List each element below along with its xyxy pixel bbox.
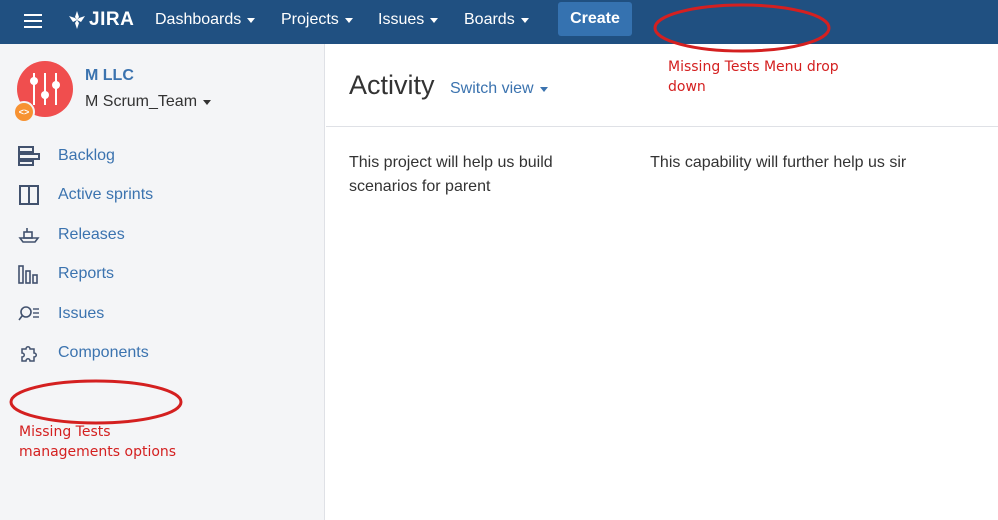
sidebar-item-label: Backlog <box>58 147 115 164</box>
backlog-icon <box>17 144 41 168</box>
nav-projects[interactable]: Projects <box>281 9 353 31</box>
sidebar-item-label: Components <box>58 344 149 361</box>
releases-icon <box>17 223 41 247</box>
chevron-down-icon <box>247 17 256 23</box>
top-navigation-bar: JIRA Dashboards Projects Issues Boards C… <box>0 0 998 44</box>
reports-icon <box>17 262 41 286</box>
chevron-down-icon <box>520 17 529 23</box>
annotation-ellipse-top <box>653 3 831 53</box>
sidebar-item-reports[interactable]: Reports <box>17 262 114 286</box>
chevron-down-icon <box>203 99 212 105</box>
project-name[interactable]: M​​​ LLC <box>85 67 134 85</box>
chevron-down-icon <box>344 17 353 23</box>
sidebar-item-active-sprints[interactable]: Active sprints <box>17 183 153 207</box>
components-icon <box>17 341 41 365</box>
menu-icon[interactable] <box>24 12 42 30</box>
create-button[interactable]: Create <box>558 2 632 36</box>
nav-boards[interactable]: Boards <box>464 9 529 31</box>
sidebar-item-releases[interactable]: Releases <box>17 223 125 247</box>
sidebar-item-label: Reports <box>58 265 115 282</box>
jira-logo-icon <box>69 11 85 29</box>
nav-issues-label: Issues <box>378 11 425 28</box>
nav-dashboards[interactable]: Dashboards <box>155 9 256 31</box>
sidebar-item-label: Releases <box>58 226 125 243</box>
nav-boards-label: Boards <box>464 11 515 28</box>
switch-view-label: Switch view <box>450 80 534 97</box>
annotation-ellipse-side <box>9 379 183 425</box>
sidebar-item-components[interactable]: Components <box>17 341 149 365</box>
active-sprints-icon <box>17 183 41 207</box>
header-divider <box>326 126 998 127</box>
chevron-down-icon <box>539 86 548 92</box>
nav-issues[interactable]: Issues <box>378 9 439 31</box>
board-selector[interactable]: M Scrum_Team <box>85 93 212 111</box>
jira-window: JIRA Dashboards Projects Issues Boards C… <box>0 0 998 520</box>
annotation-note-side: Missing Tests managements options <box>19 424 177 460</box>
jira-logo[interactable]: JIRA <box>66 7 134 33</box>
issues-icon <box>17 302 41 326</box>
switch-view-button[interactable]: Switch view <box>450 80 548 98</box>
main-content: Activity Switch view This project will h… <box>326 44 998 520</box>
page-title: Activity <box>349 70 435 100</box>
project-description: This project will help us build This cap… <box>349 151 998 199</box>
sidebar-item-backlog[interactable]: Backlog <box>17 144 115 168</box>
nav-projects-label: Projects <box>281 11 339 28</box>
sidebar-item-issues[interactable]: Issues <box>17 302 104 326</box>
logo-text: JIRA <box>89 9 135 30</box>
sidebar-item-label: Issues <box>58 305 105 322</box>
description-line-1: This project will help us build This cap… <box>349 154 907 171</box>
chevron-down-icon <box>430 17 439 23</box>
description-line-2: scenarios for parent <box>349 178 491 195</box>
sidebar-item-label: Active sprints <box>58 186 154 203</box>
software-project-badge-icon: <> <box>13 101 35 123</box>
annotation-note-top: Missing Tests Menu drop down <box>668 59 839 95</box>
board-name: M Scrum_Team <box>85 93 198 110</box>
nav-dashboards-label: Dashboards <box>155 11 242 28</box>
